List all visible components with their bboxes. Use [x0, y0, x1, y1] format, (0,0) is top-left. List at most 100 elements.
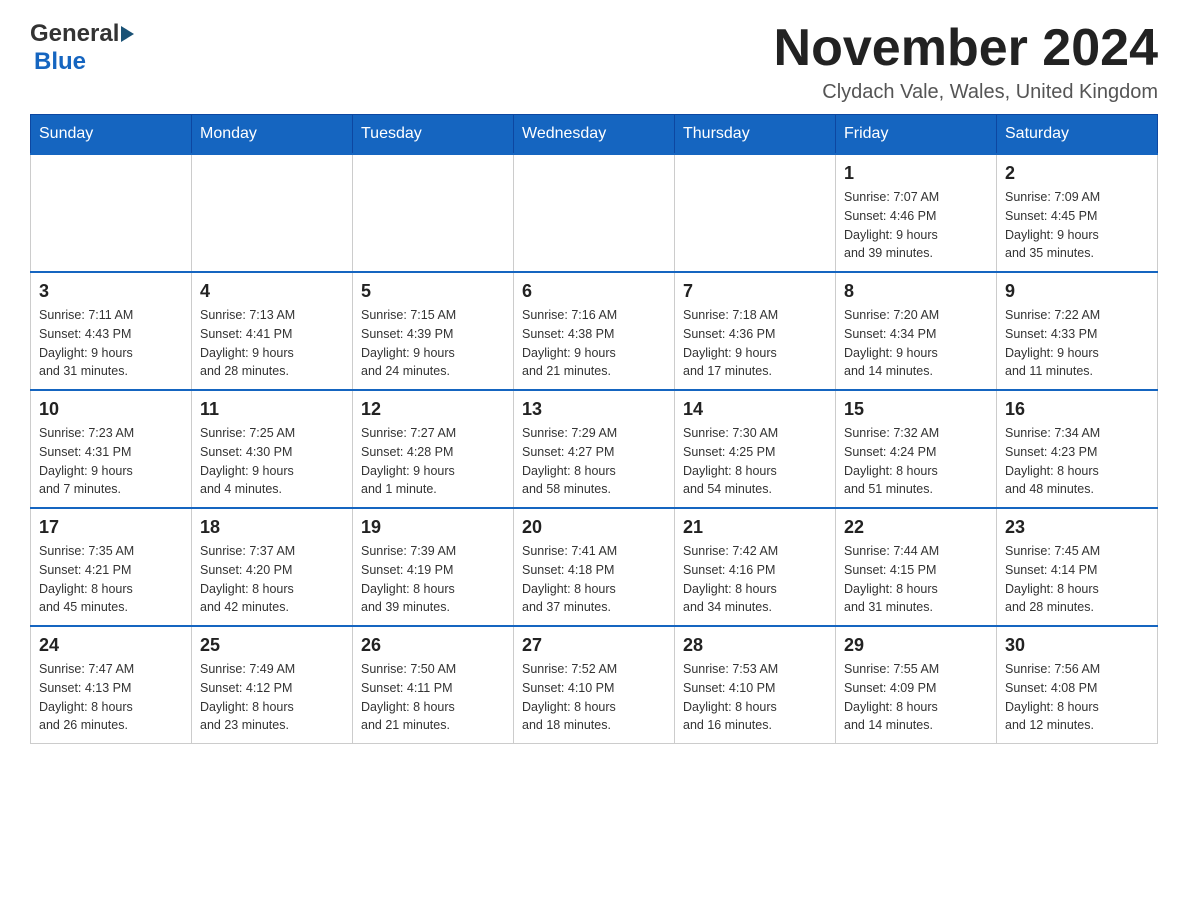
- day-info: Sunrise: 7:32 AM Sunset: 4:24 PM Dayligh…: [844, 424, 988, 499]
- day-info: Sunrise: 7:16 AM Sunset: 4:38 PM Dayligh…: [522, 306, 666, 381]
- day-info: Sunrise: 7:09 AM Sunset: 4:45 PM Dayligh…: [1005, 188, 1149, 263]
- calendar-day-cell: 4Sunrise: 7:13 AM Sunset: 4:41 PM Daylig…: [192, 272, 353, 390]
- calendar-day-cell: 2 Sunrise: 7:09 AM Sunset: 4:45 PM Daylig…: [997, 154, 1158, 272]
- day-number: 6: [522, 281, 666, 302]
- day-info: Sunrise: 7:07 AM Sunset: 4:46 PM Dayligh…: [844, 188, 988, 263]
- logo-arrow-icon: [121, 26, 134, 42]
- calendar-week-row: 24Sunrise: 7:47 AM Sunset: 4:13 PM Dayli…: [31, 626, 1158, 744]
- calendar-day-cell: 17 Sunrise: 7:35 AM Sunset: 4:21 PM Dayli…: [31, 508, 192, 626]
- calendar-day-cell: 7 Sunrise: 7:18 AM Sunset: 4:36 PM Daylig…: [675, 272, 836, 390]
- day-number: 21: [683, 517, 827, 538]
- day-number: 19: [361, 517, 505, 538]
- day-number: 30: [1005, 635, 1149, 656]
- calendar-day-cell: 28Sunrise: 7:53 AM Sunset: 4:10 PM Dayli…: [675, 626, 836, 744]
- day-info: Sunrise: 7:30 AM Sunset: 4:25 PM Dayligh…: [683, 424, 827, 499]
- calendar-table: SundayMondayTuesdayWednesdayThursdayFrid…: [30, 114, 1158, 744]
- calendar-day-cell: 12 Sunrise: 7:27 AM Sunset: 4:28 PM Dayli…: [353, 390, 514, 508]
- calendar-day-cell: [353, 154, 514, 272]
- calendar-header-wednesday: Wednesday: [514, 115, 675, 155]
- day-info: Sunrise: 7:47 AM Sunset: 4:13 PM Dayligh…: [39, 660, 183, 735]
- day-number: 20: [522, 517, 666, 538]
- day-info: Sunrise: 7:49 AM Sunset: 4:12 PM Dayligh…: [200, 660, 344, 735]
- day-info: Sunrise: 7:15 AM Sunset: 4:39 PM Dayligh…: [361, 306, 505, 381]
- calendar-day-cell: 24Sunrise: 7:47 AM Sunset: 4:13 PM Dayli…: [31, 626, 192, 744]
- calendar-day-cell: 8 Sunrise: 7:20 AM Sunset: 4:34 PM Daylig…: [836, 272, 997, 390]
- day-number: 25: [200, 635, 344, 656]
- calendar-header-monday: Monday: [192, 115, 353, 155]
- day-info: Sunrise: 7:23 AM Sunset: 4:31 PM Dayligh…: [39, 424, 183, 499]
- calendar-day-cell: 27Sunrise: 7:52 AM Sunset: 4:10 PM Dayli…: [514, 626, 675, 744]
- calendar-day-cell: [675, 154, 836, 272]
- day-info: Sunrise: 7:13 AM Sunset: 4:41 PM Dayligh…: [200, 306, 344, 381]
- calendar-week-row: 3 Sunrise: 7:11 AM Sunset: 4:43 PM Daylig…: [31, 272, 1158, 390]
- day-number: 15: [844, 399, 988, 420]
- day-info: Sunrise: 7:50 AM Sunset: 4:11 PM Dayligh…: [361, 660, 505, 735]
- day-number: 10: [39, 399, 183, 420]
- day-info: Sunrise: 7:45 AM Sunset: 4:14 PM Dayligh…: [1005, 542, 1149, 617]
- day-info: Sunrise: 7:55 AM Sunset: 4:09 PM Dayligh…: [844, 660, 988, 735]
- page-header: General Blue November 2024 Clydach Vale,…: [30, 20, 1158, 104]
- day-number: 16: [1005, 399, 1149, 420]
- logo-blue-text: Blue: [34, 48, 86, 75]
- day-number: 13: [522, 399, 666, 420]
- calendar-week-row: 17 Sunrise: 7:35 AM Sunset: 4:21 PM Dayli…: [31, 508, 1158, 626]
- day-info: Sunrise: 7:34 AM Sunset: 4:23 PM Dayligh…: [1005, 424, 1149, 499]
- day-number: 11: [200, 399, 344, 420]
- calendar-week-row: 10 Sunrise: 7:23 AM Sunset: 4:31 PM Dayli…: [31, 390, 1158, 508]
- day-number: 3: [39, 281, 183, 302]
- calendar-header-friday: Friday: [836, 115, 997, 155]
- calendar-day-cell: 5Sunrise: 7:15 AM Sunset: 4:39 PM Daylig…: [353, 272, 514, 390]
- calendar-day-cell: 22 Sunrise: 7:44 AM Sunset: 4:15 PM Dayli…: [836, 508, 997, 626]
- day-info: Sunrise: 7:27 AM Sunset: 4:28 PM Dayligh…: [361, 424, 505, 499]
- day-number: 22: [844, 517, 988, 538]
- location-subtitle: Clydach Vale, Wales, United Kingdom: [774, 81, 1158, 104]
- day-info: Sunrise: 7:25 AM Sunset: 4:30 PM Dayligh…: [200, 424, 344, 499]
- calendar-day-cell: 23 Sunrise: 7:45 AM Sunset: 4:14 PM Dayli…: [997, 508, 1158, 626]
- calendar-day-cell: 30 Sunrise: 7:56 AM Sunset: 4:08 PM Dayli…: [997, 626, 1158, 744]
- calendar-day-cell: 10 Sunrise: 7:23 AM Sunset: 4:31 PM Dayli…: [31, 390, 192, 508]
- calendar-day-cell: 18Sunrise: 7:37 AM Sunset: 4:20 PM Dayli…: [192, 508, 353, 626]
- day-info: Sunrise: 7:44 AM Sunset: 4:15 PM Dayligh…: [844, 542, 988, 617]
- day-info: Sunrise: 7:56 AM Sunset: 4:08 PM Dayligh…: [1005, 660, 1149, 735]
- day-number: 1: [844, 163, 988, 184]
- day-number: 23: [1005, 517, 1149, 538]
- day-info: Sunrise: 7:42 AM Sunset: 4:16 PM Dayligh…: [683, 542, 827, 617]
- calendar-day-cell: [192, 154, 353, 272]
- day-number: 9: [1005, 281, 1149, 302]
- day-info: Sunrise: 7:29 AM Sunset: 4:27 PM Dayligh…: [522, 424, 666, 499]
- calendar-day-cell: 29Sunrise: 7:55 AM Sunset: 4:09 PM Dayli…: [836, 626, 997, 744]
- calendar-header-tuesday: Tuesday: [353, 115, 514, 155]
- day-number: 7: [683, 281, 827, 302]
- day-info: Sunrise: 7:11 AM Sunset: 4:43 PM Dayligh…: [39, 306, 183, 381]
- day-number: 27: [522, 635, 666, 656]
- calendar-header-saturday: Saturday: [997, 115, 1158, 155]
- calendar-day-cell: 13 Sunrise: 7:29 AM Sunset: 4:27 PM Dayli…: [514, 390, 675, 508]
- calendar-day-cell: 25 Sunrise: 7:49 AM Sunset: 4:12 PM Dayli…: [192, 626, 353, 744]
- calendar-day-cell: 15 Sunrise: 7:32 AM Sunset: 4:24 PM Dayli…: [836, 390, 997, 508]
- calendar-day-cell: 19 Sunrise: 7:39 AM Sunset: 4:19 PM Dayli…: [353, 508, 514, 626]
- day-info: Sunrise: 7:37 AM Sunset: 4:20 PM Dayligh…: [200, 542, 344, 617]
- calendar-day-cell: 9 Sunrise: 7:22 AM Sunset: 4:33 PM Daylig…: [997, 272, 1158, 390]
- calendar-day-cell: 21 Sunrise: 7:42 AM Sunset: 4:16 PM Dayli…: [675, 508, 836, 626]
- day-info: Sunrise: 7:53 AM Sunset: 4:10 PM Dayligh…: [683, 660, 827, 735]
- calendar-day-cell: 1 Sunrise: 7:07 AM Sunset: 4:46 PM Daylig…: [836, 154, 997, 272]
- day-number: 8: [844, 281, 988, 302]
- title-area: November 2024 Clydach Vale, Wales, Unite…: [774, 20, 1158, 104]
- day-number: 2: [1005, 163, 1149, 184]
- calendar-header-row: SundayMondayTuesdayWednesdayThursdayFrid…: [31, 115, 1158, 155]
- day-info: Sunrise: 7:18 AM Sunset: 4:36 PM Dayligh…: [683, 306, 827, 381]
- day-info: Sunrise: 7:20 AM Sunset: 4:34 PM Dayligh…: [844, 306, 988, 381]
- day-number: 12: [361, 399, 505, 420]
- calendar-day-cell: 20Sunrise: 7:41 AM Sunset: 4:18 PM Dayli…: [514, 508, 675, 626]
- calendar-day-cell: 16 Sunrise: 7:34 AM Sunset: 4:23 PM Dayli…: [997, 390, 1158, 508]
- calendar-day-cell: [514, 154, 675, 272]
- calendar-day-cell: [31, 154, 192, 272]
- calendar-day-cell: 3 Sunrise: 7:11 AM Sunset: 4:43 PM Daylig…: [31, 272, 192, 390]
- day-info: Sunrise: 7:22 AM Sunset: 4:33 PM Dayligh…: [1005, 306, 1149, 381]
- day-number: 26: [361, 635, 505, 656]
- day-number: 17: [39, 517, 183, 538]
- day-info: Sunrise: 7:39 AM Sunset: 4:19 PM Dayligh…: [361, 542, 505, 617]
- day-info: Sunrise: 7:35 AM Sunset: 4:21 PM Dayligh…: [39, 542, 183, 617]
- calendar-day-cell: 26 Sunrise: 7:50 AM Sunset: 4:11 PM Dayli…: [353, 626, 514, 744]
- calendar-week-row: 1 Sunrise: 7:07 AM Sunset: 4:46 PM Daylig…: [31, 154, 1158, 272]
